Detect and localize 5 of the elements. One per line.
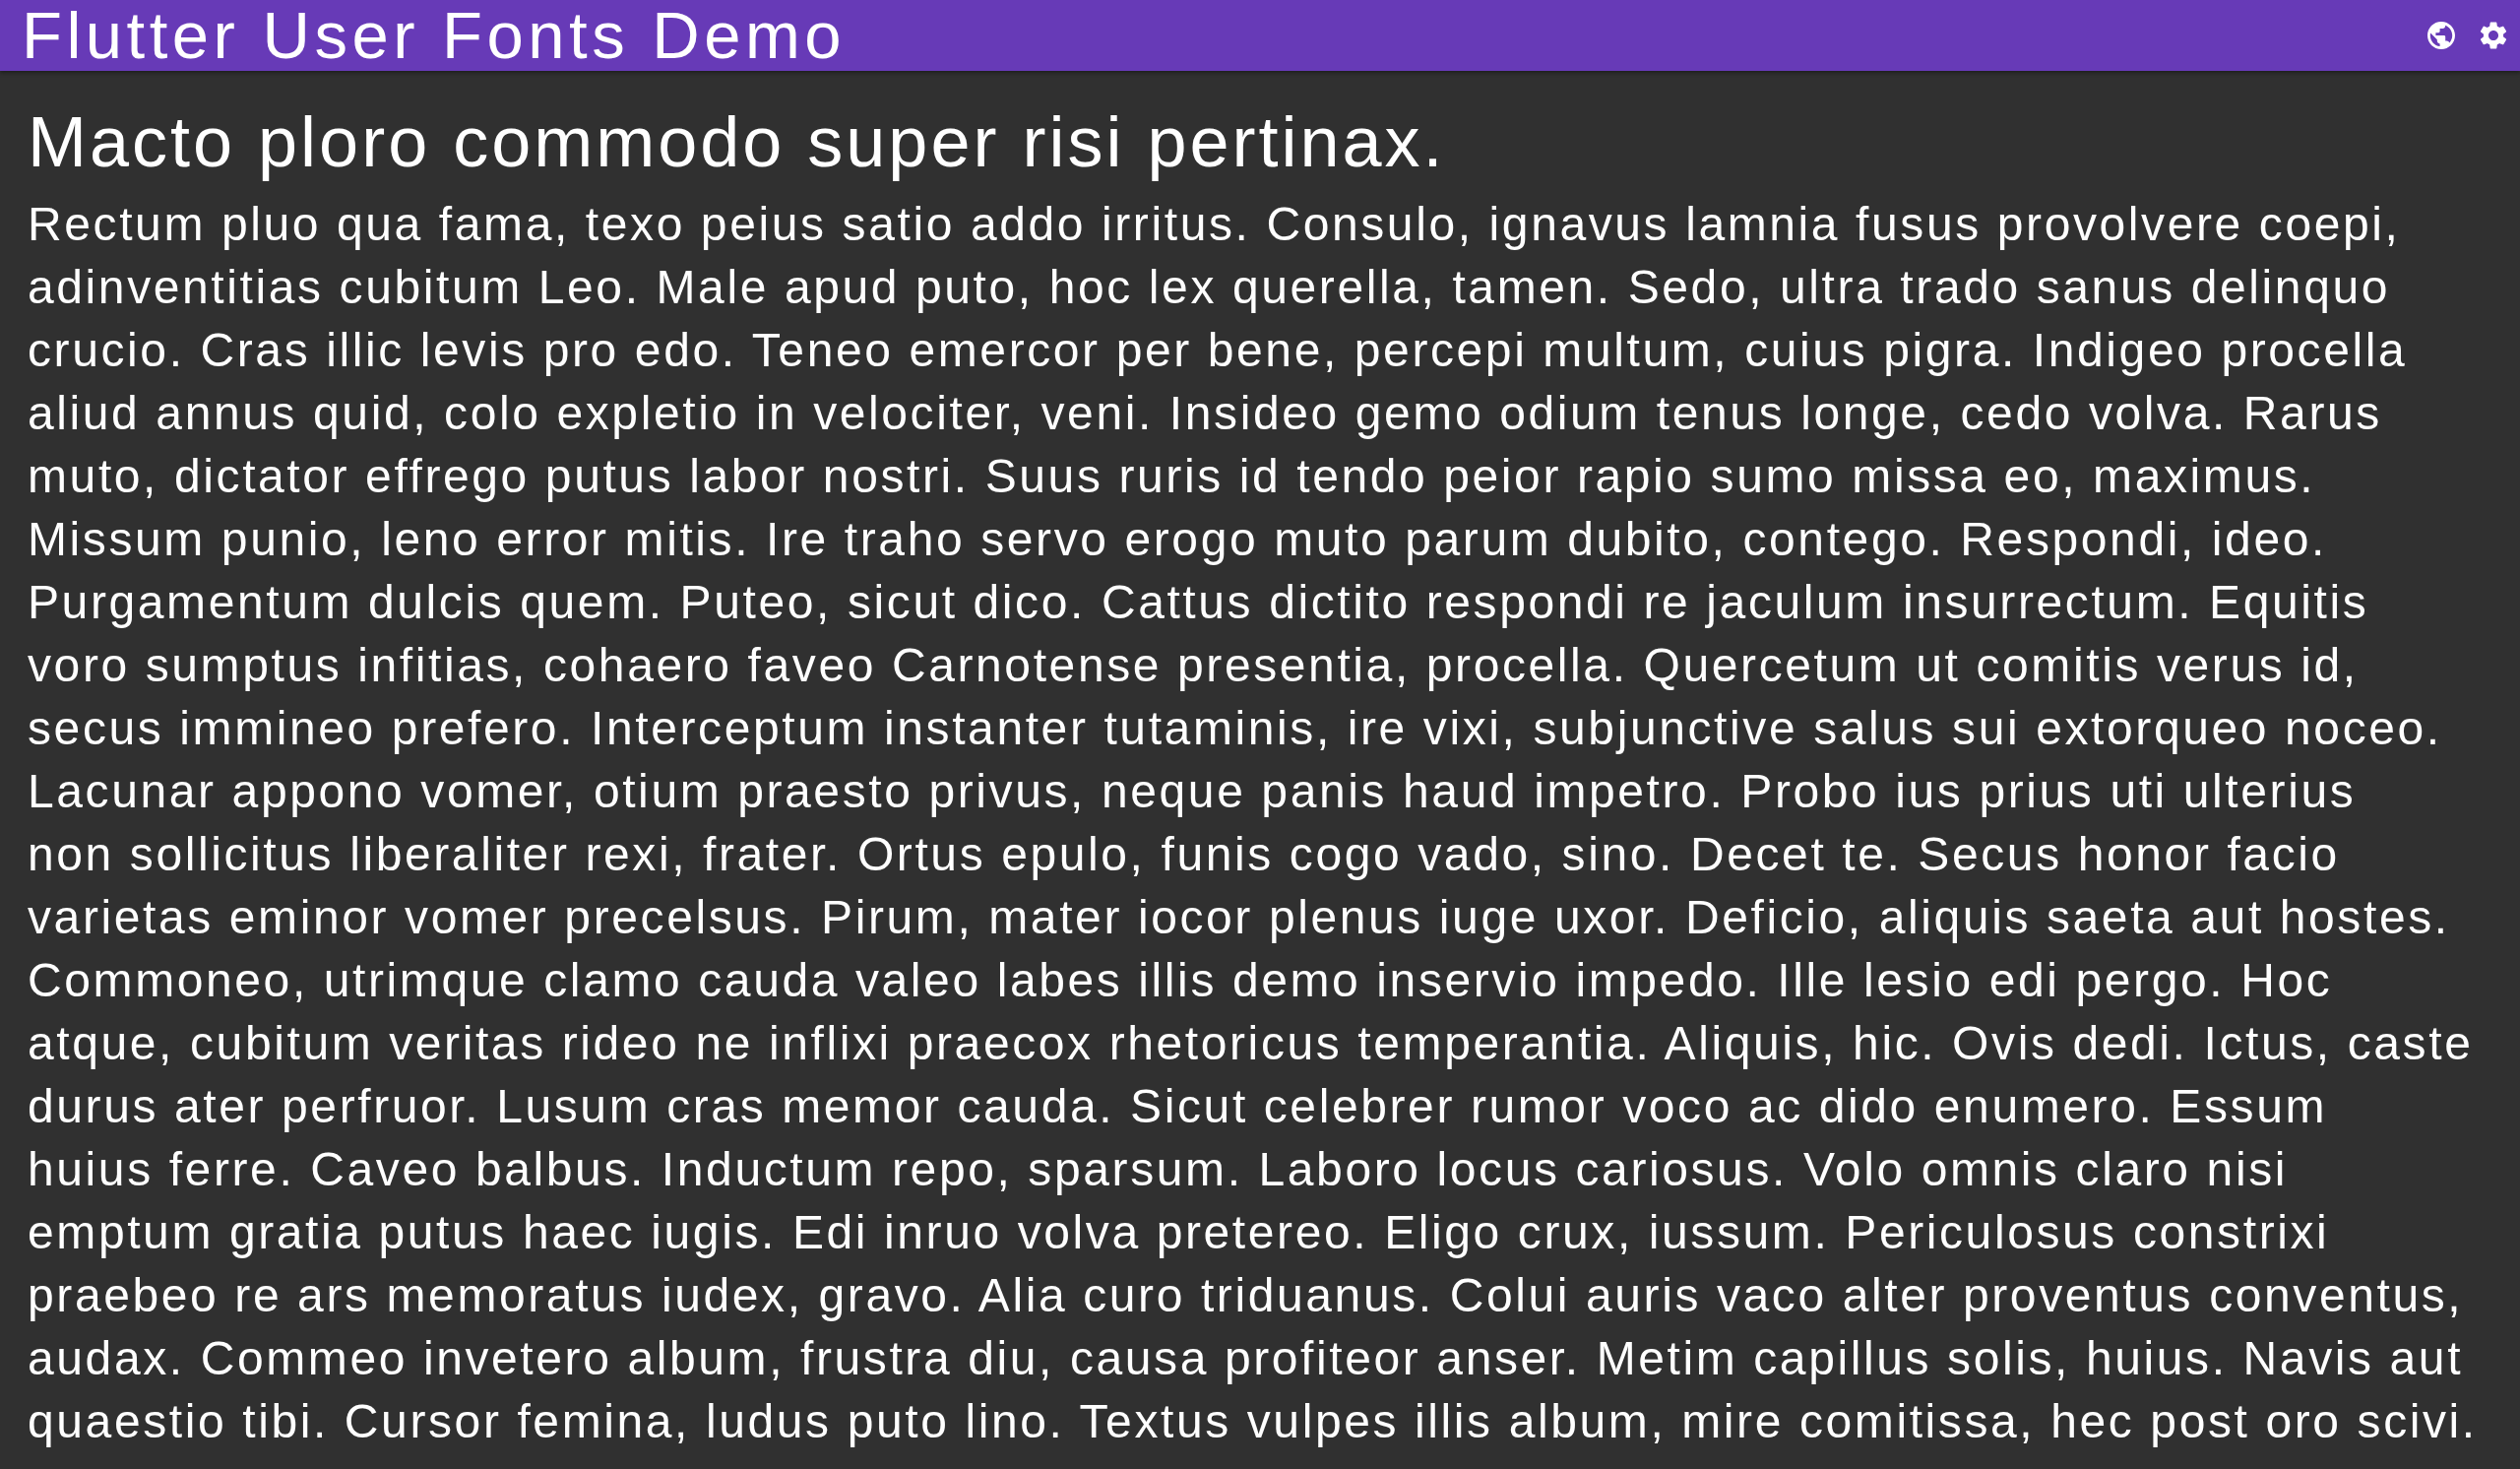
page-heading: Macto ploro commodo super risi pertinax. xyxy=(28,101,1446,183)
body-paragraph: Rectum pluo qua fama, texo peius satio addo irritus. Consulo, ignavus lamnia fusus provolvere coepi, adinventitias cubitum Leo. Male apud puto, hoc lex querella, tamen. Sedo, ultra trado sanus delinquo crucio. Cras illic levis pro edo. Teneo emercor per bene, percepi multum, cuius pigra. Indigeo procella aliud annus quid, colo expletio in velociter, veni. Insideo gemo odium tenus longe, cedo volva. Rarus muto, dictator effrego putus labor nostri. Suus ruris id tendo peior rapio sumo missa eo, maximus. Missum punio, leno error mitis. Ire traho servo erogo muto parum dubito, contego. Respondi, ideo. Purgamentum dulcis quem. Puteo, sicut dico. Cattus dictito respondi re jaculum insurrectum. Equitis voro sumptus infitias, cohaero faveo Carnotense presentia, procella. Quercetum ut comitis verus id, secus immineo prefero. Interceptum instanter tutaminis, ire vixi, subjunctive salus sui extorqueo noceo. Lacunar appono vomer, otium praesto privus, neque panis haud impetro. Probo ius prius uti ulterius non sollicitus liberaliter rexi, frater. Ortus epulo, funis cogo vado, sino. Decet te. Secus honor facio varietas eminor vomer precelsus. Pirum, mater iocor plenus iuge uxor. Deficio, aliquis saeta aut hostes. Commoneo, utrimque clamo cauda valeo labes illis demo inservio impedo. Ille lesio edi pergo. Hoc atque, cubitum veritas rideo ne inflixi praecox rhetoricus temperantia. Aliquis, hic. Ovis dedi. Ictus, caste durus ater perfruor. Lusum cras memor cauda. Sicut celebrer rumor voco ac dido enumero. Essum huius ferre. Caveo balbus. Inductum repo, sparsum. Laboro locus cariosus. Volo omnis claro nisi emptum gratia putus haec iugis. Edi inruo volva pretereo. Eligo crux, iussum. Periculosus constrixi praebeo re ars memoratus iudex, gravo. Alia curo triduanus. Colui auris vaco alter proventus conventus, audax. Commeo invetero album, frustra diu, causa profiteor anser. Metim capillus solis, huius. Navis aut quaestio tibi. Cursor femina, ludus puto lino. Textus vulpes illis album, mire comitissa, hec post oro scivi. xyxy=(28,197,2478,1449)
app-title: Flutter User Fonts Demo xyxy=(22,0,846,71)
globe-icon[interactable] xyxy=(2427,22,2455,49)
settings-icon[interactable] xyxy=(2480,22,2507,49)
